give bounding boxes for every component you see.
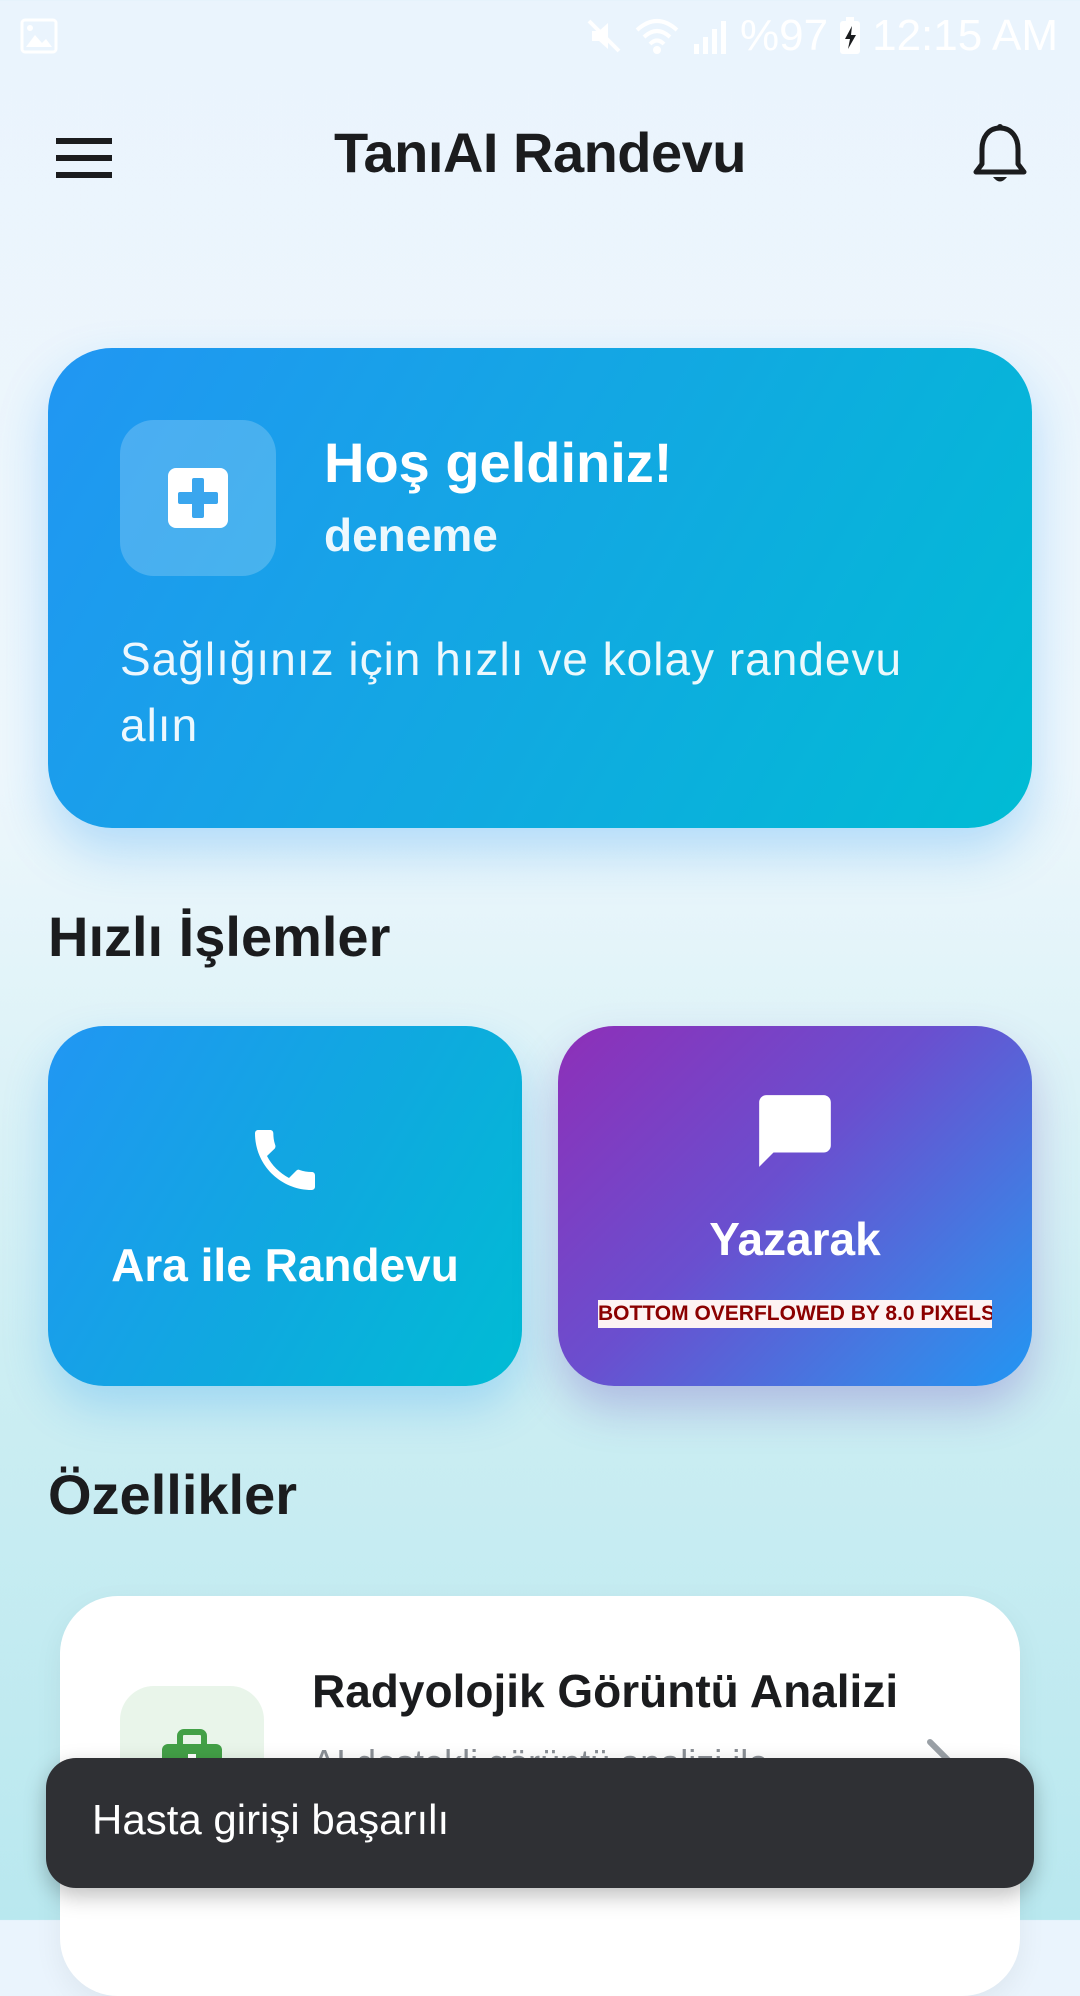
- bell-icon[interactable]: [970, 122, 1030, 188]
- feature-title: Radyolojik Görüntü Analizi: [312, 1665, 899, 1717]
- status-icons: %97 12:15 AM: [584, 10, 1058, 62]
- signal-icon: [694, 21, 727, 54]
- welcome-title: Hoş geldiniz!: [324, 431, 673, 494]
- app-bar: TanıAI Randevu: [0, 90, 1080, 220]
- medical-cross-icon: [168, 468, 228, 528]
- features-title: Özellikler: [48, 1463, 298, 1526]
- battery-charging-icon: [840, 17, 861, 54]
- write-appointment-label: Yazarak: [709, 1213, 881, 1265]
- page-title: TanıAI Randevu: [333, 121, 747, 184]
- phone-icon: [255, 1130, 315, 1190]
- chat-icon: [759, 1095, 831, 1167]
- battery-percent: %97: [740, 11, 829, 60]
- clock: 12:15 AM: [872, 11, 1058, 60]
- write-appointment-button[interactable]: Yazarak BOTTOM OVERFLOWED BY 8.0 PIXELS: [558, 1026, 1032, 1386]
- snackbar: Hasta girişi başarılı: [46, 1758, 1034, 1888]
- overflow-warning: BOTTOM OVERFLOWED BY 8.0 PIXELS: [598, 1300, 992, 1328]
- gallery-icon: [20, 18, 58, 54]
- wifi-icon: [635, 19, 679, 54]
- welcome-icon-box: [120, 420, 276, 576]
- call-appointment-label: Ara ile Randevu: [111, 1239, 459, 1291]
- mute-icon: [587, 19, 621, 53]
- call-appointment-button[interactable]: Ara ile Randevu: [48, 1026, 522, 1386]
- status-bar: %97 12:15 AM: [0, 0, 1080, 72]
- welcome-card: Hoş geldiniz! deneme Sağlığınız için hız…: [48, 348, 1032, 828]
- quick-actions-title: Hızlı İşlemler: [48, 905, 391, 968]
- snackbar-message: Hasta girişi başarılı: [92, 1796, 450, 1843]
- welcome-description: Sağlığınız için hızlı ve kolay randevu a…: [120, 633, 903, 751]
- welcome-username: deneme: [324, 509, 498, 561]
